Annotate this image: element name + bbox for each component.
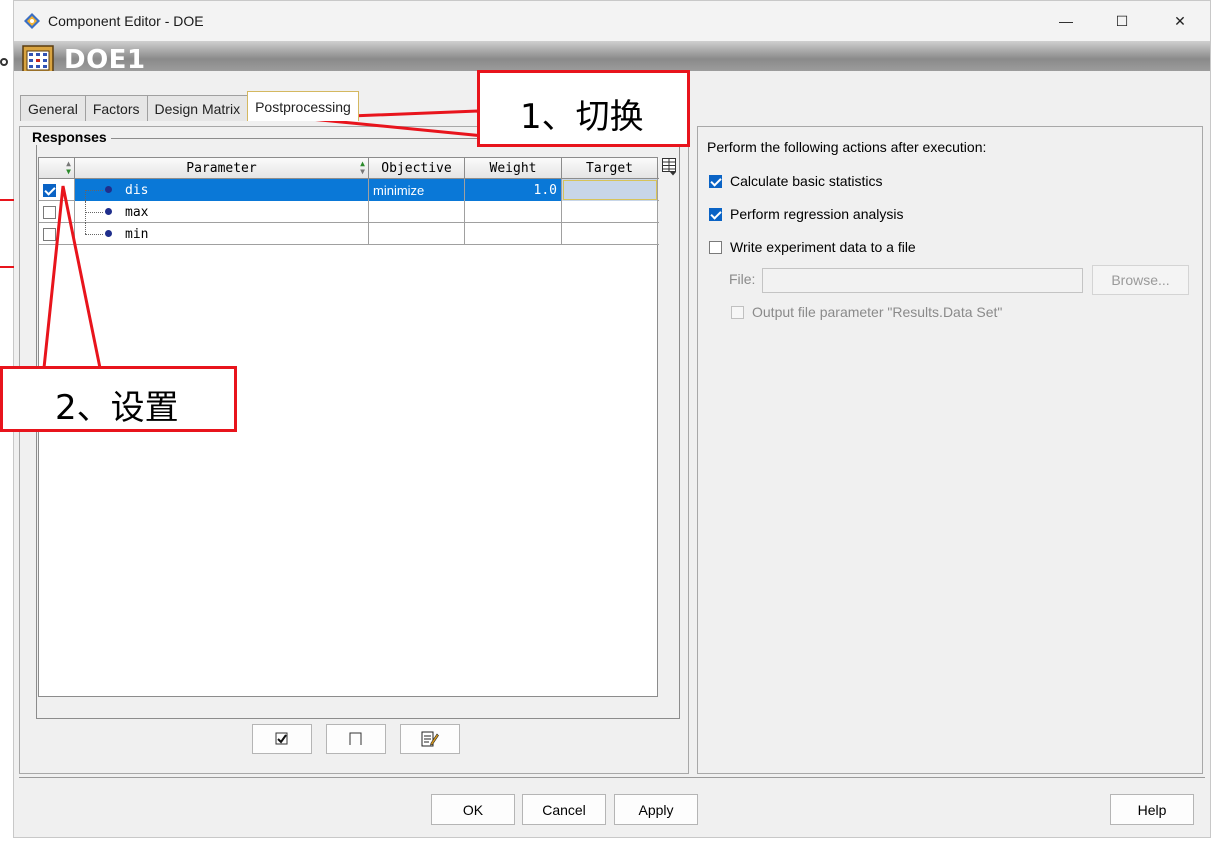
component-header-band (14, 41, 1210, 71)
header-edge-icon (0, 58, 8, 66)
responses-group-label: Responses (28, 129, 111, 145)
annotation-edge-mark (0, 199, 14, 201)
target-cell[interactable] (562, 223, 658, 245)
weight-cell[interactable] (465, 223, 562, 245)
output-param-option[interactable]: Output file parameter "Results.Data Set" (731, 304, 1002, 320)
tab-design-matrix[interactable]: Design Matrix (146, 95, 249, 121)
uncheck-all-icon (349, 732, 362, 745)
footer-divider (19, 777, 1205, 778)
parameter-icon (105, 208, 112, 215)
title-bar: Component Editor - DOE — ☐ ✕ (14, 1, 1210, 41)
help-button[interactable]: Help (1110, 794, 1194, 825)
check-all-icon (275, 732, 288, 745)
responses-toolbar (252, 724, 460, 754)
annotation-edge-mark (0, 266, 14, 268)
calc-stats-checkbox[interactable] (709, 174, 722, 188)
annotation-step2-text: 2、设置 (55, 388, 179, 428)
table-header: ▲ ▼ Parameter ▲ ▼ Objective Weight Target (39, 158, 659, 179)
column-chooser-icon[interactable] (662, 158, 676, 176)
target-cell[interactable] (562, 179, 658, 201)
parameter-name: max (125, 204, 149, 220)
parameter-icon (105, 186, 112, 193)
sort-icon: ▲ ▼ (66, 159, 71, 176)
row-checkbox[interactable] (43, 205, 56, 219)
write-data-option[interactable]: Write experiment data to a file (709, 239, 916, 255)
uncheck-all-button[interactable] (326, 724, 386, 754)
weight-cell[interactable] (465, 201, 562, 223)
parameter-icon (105, 230, 112, 237)
tab-strip: General Factors Design Matrix Postproces… (20, 91, 359, 121)
column-header-parameter[interactable]: Parameter ▲ ▼ (75, 158, 369, 179)
file-path-input[interactable] (762, 268, 1083, 293)
column-header-target[interactable]: Target (562, 158, 658, 179)
calc-stats-option[interactable]: Calculate basic statistics (709, 173, 883, 189)
postprocessing-panel (697, 126, 1203, 774)
close-button[interactable]: ✕ (1152, 1, 1208, 41)
parameter-name: min (125, 226, 149, 242)
window-title: Component Editor - DOE (48, 13, 204, 29)
table-row[interactable]: dis minimize 1.0 (39, 179, 659, 201)
maximize-button[interactable]: ☐ (1094, 1, 1150, 41)
output-param-checkbox[interactable] (731, 305, 744, 319)
postprocessing-heading: Perform the following actions after exec… (707, 139, 987, 155)
regression-checkbox[interactable] (709, 207, 722, 221)
table-row[interactable]: max (39, 201, 659, 223)
cancel-button[interactable]: Cancel (522, 794, 606, 825)
write-data-checkbox[interactable] (709, 240, 722, 254)
annotation-step1-text: 1、切换 (520, 97, 644, 137)
target-cell[interactable] (562, 201, 658, 223)
regression-option[interactable]: Perform regression analysis (709, 206, 904, 222)
column-header-check[interactable]: ▲ ▼ (39, 158, 75, 179)
column-header-weight[interactable]: Weight (465, 158, 562, 179)
objective-cell[interactable]: minimize (369, 179, 465, 201)
objective-cell[interactable] (369, 223, 465, 245)
annotation-step2-box: 2、设置 (0, 366, 237, 432)
annotation-step1-box: 1、切换 (477, 70, 690, 147)
edit-list-icon (421, 731, 439, 747)
tab-general[interactable]: General (20, 95, 86, 121)
tab-postprocessing[interactable]: Postprocessing (247, 91, 359, 121)
minimize-button[interactable]: — (1038, 1, 1094, 41)
table-row[interactable]: min (39, 223, 659, 245)
app-icon (24, 13, 40, 29)
ok-button[interactable]: OK (431, 794, 515, 825)
weight-cell[interactable]: 1.0 (465, 179, 562, 201)
tab-factors[interactable]: Factors (84, 95, 148, 121)
row-checkbox[interactable] (43, 183, 56, 197)
parameter-name: dis (125, 182, 149, 198)
edit-responses-button[interactable] (400, 724, 460, 754)
file-label: File: (729, 271, 756, 287)
column-header-objective[interactable]: Objective (369, 158, 465, 179)
browse-button[interactable]: Browse... (1092, 265, 1189, 295)
check-all-button[interactable] (252, 724, 312, 754)
sort-icon: ▲ ▼ (360, 159, 365, 176)
apply-button[interactable]: Apply (614, 794, 698, 825)
row-checkbox[interactable] (43, 227, 56, 241)
objective-cell[interactable] (369, 201, 465, 223)
